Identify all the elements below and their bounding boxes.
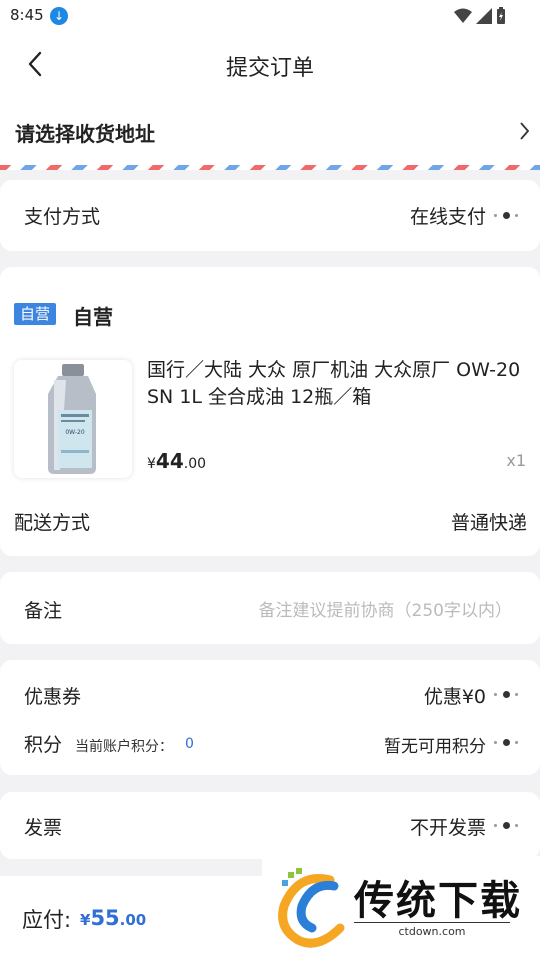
delivery-value[interactable]: 普通快递 (451, 508, 527, 535)
remark-card: 备注 备注建议提前协商（250字以内） (0, 572, 540, 644)
payment-card[interactable]: 支付方式 在线支付 (0, 180, 540, 251)
watermark: 传统下载 ctdown.com (262, 856, 540, 960)
points-balance-value: 0 (185, 736, 194, 752)
total-decimal: .00 (119, 911, 147, 929)
watermark-title: 传统下载 (354, 878, 522, 924)
total-label: 应付: (22, 908, 72, 932)
nav-bar: 提交订单 (0, 32, 540, 96)
price-decimal: .00 (183, 456, 207, 472)
more-dots-icon (494, 820, 520, 830)
signal-icon (476, 8, 492, 24)
more-dots-icon (494, 737, 520, 747)
remark-label: 备注 (24, 600, 63, 622)
coupon-value[interactable]: 优惠¥0 (424, 682, 486, 709)
more-dots-icon (494, 210, 520, 220)
watermark-logo-icon (278, 868, 345, 948)
system-icons (454, 7, 506, 25)
discount-card: 优惠券 优惠¥0 积分 当前账户积分： 0 暂无可用积分 (0, 660, 540, 775)
points-value[interactable]: 暂无可用积分 (384, 732, 486, 757)
points-balance-label: 当前账户积分： (75, 739, 173, 755)
envelope-stripe (0, 165, 540, 170)
page-title: 提交订单 (225, 56, 314, 81)
product-image[interactable]: 0W-20 (14, 360, 132, 478)
status-bar: 8:45 ↓ (0, 0, 540, 32)
wifi-icon (454, 8, 472, 23)
product-price: ¥44.00 (147, 449, 206, 473)
payment-label: 支付方式 (24, 206, 101, 228)
remark-input[interactable]: 备注建议提前协商（250字以内） (259, 596, 512, 621)
invoice-card[interactable]: 发票 不开发票 (0, 792, 540, 859)
invoice-label: 发票 (24, 817, 63, 839)
product-quantity: x1 (506, 451, 526, 470)
download-icon: ↓ (50, 7, 68, 25)
chevron-right-icon (520, 122, 530, 140)
price-symbol: ¥ (147, 456, 156, 472)
coupon-label: 优惠券 (24, 686, 82, 708)
delivery-label: 配送方式 (14, 512, 91, 534)
total-amount: ¥55.00 (80, 906, 146, 930)
bottle-label: 0W-20 (65, 429, 84, 436)
battery-icon (497, 7, 505, 24)
payment-value: 在线支付 (409, 206, 486, 228)
address-label: 请选择收货地址 (15, 122, 155, 146)
order-items-card: 自营 自营 0W-20 国行／大陆 大众 原厂机油 大众原厂 OW-20 SN … (0, 267, 540, 556)
self-operated-badge: 自营 (14, 303, 57, 325)
status-time: 8:45 (10, 6, 44, 24)
total-integer: 55 (90, 906, 120, 930)
price-integer: 44 (155, 449, 184, 473)
product-name[interactable]: 国行／大陆 大众 原厂机油 大众原厂 OW-20 SN 1L 全合成油 12瓶／… (147, 357, 529, 411)
invoice-value: 不开发票 (409, 817, 486, 839)
address-selector[interactable]: 请选择收货地址 (0, 96, 540, 170)
shop-name: 自营 (73, 305, 113, 329)
total-symbol: ¥ (80, 911, 91, 929)
more-dots-icon (494, 689, 520, 699)
oil-bottle-image: 0W-20 (48, 364, 96, 474)
watermark-url: ctdown.com (354, 922, 510, 938)
points-label: 积分 (24, 734, 63, 756)
